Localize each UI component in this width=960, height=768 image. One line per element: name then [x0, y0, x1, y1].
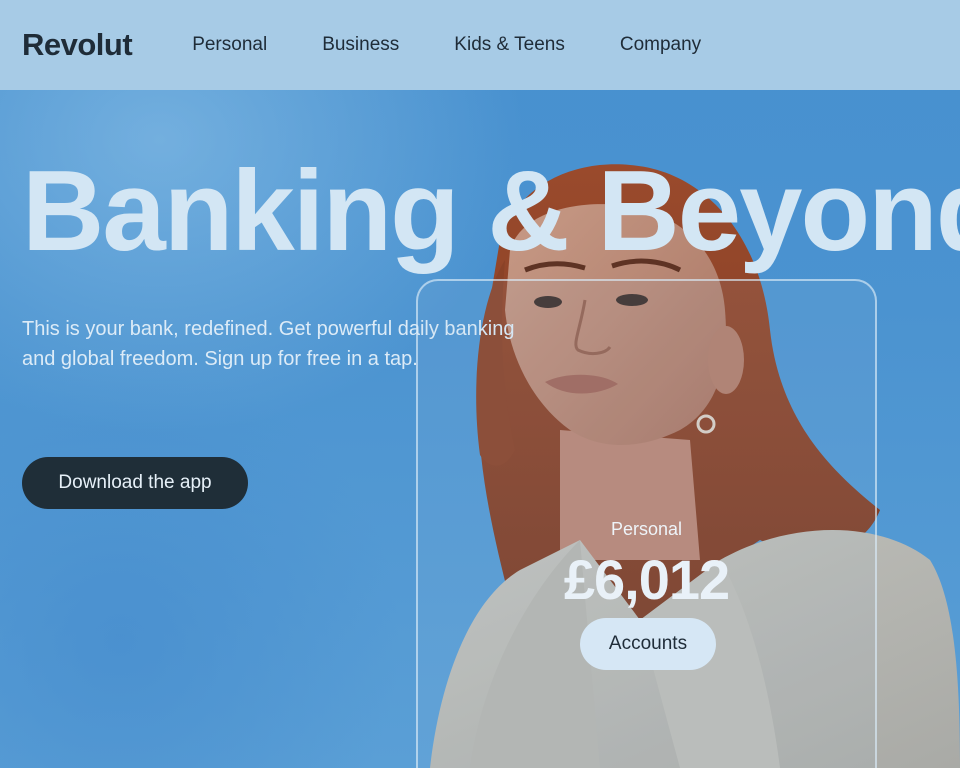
- account-balance: £6,012: [563, 548, 730, 611]
- hero-section: Revolut Personal Business Kids & Teens C…: [0, 0, 960, 768]
- nav-item-business[interactable]: Business: [322, 34, 399, 56]
- nav-item-personal[interactable]: Personal: [192, 34, 267, 56]
- account-type-label: Personal: [610, 519, 683, 539]
- hero-headline: Banking & Beyond: [22, 148, 960, 275]
- download-app-button[interactable]: Download the app: [22, 457, 248, 509]
- top-nav-bar: Revolut Personal Business Kids & Teens C…: [0, 0, 960, 90]
- nav-item-kids-teens[interactable]: Kids & Teens: [454, 34, 565, 56]
- nav-item-company[interactable]: Company: [620, 34, 701, 56]
- account-card: Personal £6,012 Accounts: [416, 279, 877, 768]
- accounts-button[interactable]: Accounts: [580, 618, 716, 670]
- main-nav: Personal Business Kids & Teens Company: [170, 34, 734, 56]
- revolut-logo[interactable]: Revolut: [22, 27, 133, 63]
